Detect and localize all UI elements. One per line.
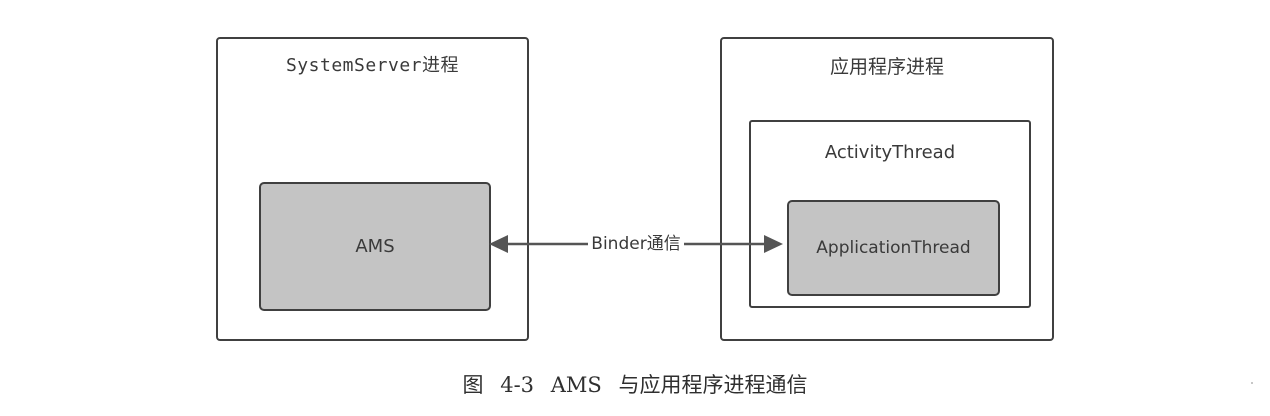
binder-connection-arrow <box>489 235 783 253</box>
binder-connection-label: Binder通信 <box>588 232 684 256</box>
figure-caption: 图 4-3 AMS 与应用程序进程通信 <box>462 373 808 397</box>
left-arrowhead-icon <box>489 235 508 253</box>
scan-speck <box>1251 382 1253 384</box>
right-arrowhead-icon <box>764 235 783 253</box>
